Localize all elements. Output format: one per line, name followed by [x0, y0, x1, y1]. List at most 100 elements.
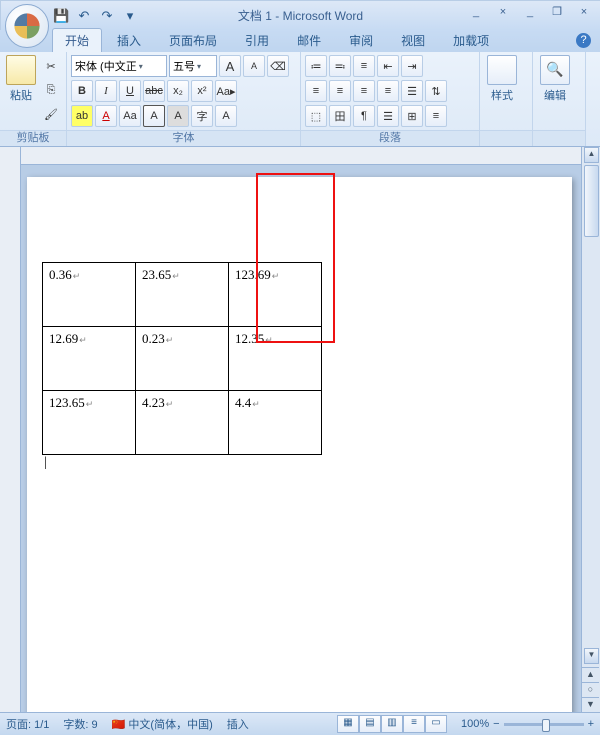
highlight-button[interactable]: ab [71, 105, 93, 127]
grow-font-button[interactable]: A [219, 55, 241, 77]
table-cell[interactable]: 12.35↵ [229, 327, 322, 391]
table-cell[interactable]: 4.4↵ [229, 391, 322, 455]
ribbon-close-button[interactable]: × [491, 4, 515, 22]
view-draft-button[interactable]: ▭ [425, 715, 447, 733]
subscript-button[interactable]: x₂ [167, 80, 189, 102]
status-page[interactable]: 页面: 1/1 [6, 716, 49, 732]
scroll-down-icon[interactable]: ▼ [584, 648, 599, 664]
char-shading-button[interactable]: A [167, 105, 189, 127]
tab-home[interactable]: 开始 [52, 28, 102, 52]
table-row[interactable]: 12.69↵ 0.23↵ 12.35↵ [43, 327, 322, 391]
page-viewport[interactable]: 0.36↵ 23.65↵ 123.69↵ 12.69↵ 0.23↵ 12.35↵… [21, 165, 581, 712]
clear-format-button[interactable]: ⌫ [267, 55, 289, 77]
asian-para-button[interactable]: ☰ [377, 105, 399, 127]
table-cell[interactable]: 12.69↵ [43, 327, 136, 391]
phonetic-button[interactable]: Aa [119, 105, 141, 127]
ruler-vertical[interactable] [0, 147, 21, 712]
shrink-font-button[interactable]: A [243, 55, 265, 77]
tab-layout[interactable]: 页面布局 [156, 28, 230, 52]
status-insert[interactable]: 插入 [227, 716, 249, 732]
multilevel-button[interactable]: ≡ [353, 55, 375, 77]
zoom-slider[interactable] [504, 723, 584, 726]
table-cell[interactable]: 0.23↵ [136, 327, 229, 391]
page-content[interactable]: 0.36↵ 23.65↵ 123.69↵ 12.69↵ 0.23↵ 12.35↵… [27, 177, 572, 471]
copy-button[interactable]: ⎘ [40, 79, 62, 101]
scroll-up-icon[interactable]: ▲ [584, 147, 599, 163]
cut-button[interactable]: ✂ [40, 55, 62, 77]
minimize-button[interactable]: _ [518, 4, 542, 22]
qat-more-icon[interactable]: ▾ [122, 8, 138, 24]
enclose-button[interactable]: 字 [191, 105, 213, 127]
next-page-button[interactable]: ▼ [582, 697, 599, 712]
align-center-button[interactable]: ≡ [329, 80, 351, 102]
paste-button[interactable]: 粘贴 [4, 55, 38, 129]
save-icon[interactable]: 💾 [53, 8, 69, 24]
superscript-button[interactable]: x² [191, 80, 213, 102]
font-size-combo[interactable]: 五号▾ [169, 55, 217, 77]
line-spacing-button[interactable]: ☰ [401, 80, 423, 102]
zoom-out-button[interactable]: − [493, 718, 499, 730]
tab-view[interactable]: 视图 [388, 28, 438, 52]
align-right-button[interactable]: ≡ [353, 80, 375, 102]
table-row[interactable]: 0.36↵ 23.65↵ 123.69↵ [43, 263, 322, 327]
table-cell[interactable]: 4.23↵ [136, 391, 229, 455]
table-cell[interactable]: 123.65↵ [43, 391, 136, 455]
decrease-indent-button[interactable]: ⇤ [377, 55, 399, 77]
editing-button[interactable]: 🔍 编辑 [537, 55, 573, 103]
table-cell[interactable]: 123.69↵ [229, 263, 322, 327]
sort-button[interactable]: ⇅ [425, 80, 447, 102]
styles-button[interactable]: 样式 [484, 55, 520, 103]
help-icon[interactable]: ? [576, 33, 591, 48]
zoom-in-button[interactable]: + [588, 718, 594, 730]
status-words[interactable]: 字数: 9 [63, 716, 97, 732]
tab-insert[interactable]: 插入 [104, 28, 154, 52]
increase-indent-button[interactable]: ⇥ [401, 55, 423, 77]
bold-button[interactable]: B [71, 80, 93, 102]
view-outline-button[interactable]: ≡ [403, 715, 425, 733]
office-button[interactable] [5, 4, 49, 48]
table-cell[interactable]: 0.36↵ [43, 263, 136, 327]
justify-button[interactable]: ≡ [377, 80, 399, 102]
view-read-button[interactable]: ▤ [359, 715, 381, 733]
close-button[interactable]: × [572, 4, 596, 22]
underline-button[interactable]: U [119, 80, 141, 102]
ruler-horizontal[interactable] [21, 147, 581, 165]
font-name-combo[interactable]: 宋体 (中文正▾ [71, 55, 167, 77]
shading-button[interactable]: ⬚ [305, 105, 327, 127]
borders-button[interactable]: 田 [329, 105, 351, 127]
format-painter-button[interactable]: 🖌 [40, 103, 62, 125]
table-cell[interactable]: 23.65↵ [136, 263, 229, 327]
font-color-button[interactable]: A [95, 105, 117, 127]
data-table[interactable]: 0.36↵ 23.65↵ 123.69↵ 12.69↵ 0.23↵ 12.35↵… [42, 262, 322, 455]
tab-mailings[interactable]: 邮件 [284, 28, 334, 52]
tab-review[interactable]: 审阅 [336, 28, 386, 52]
char-border-button[interactable]: A [143, 105, 165, 127]
prev-page-button[interactable]: ▲ [582, 667, 599, 682]
snap-grid-button[interactable]: ⊞ [401, 105, 423, 127]
italic-button[interactable]: I [95, 80, 117, 102]
asian-layout-button[interactable]: A [215, 105, 237, 127]
tab-addins[interactable]: 加载项 [440, 28, 502, 52]
strike-button[interactable]: abc [143, 80, 165, 102]
show-marks-button[interactable]: ¶ [353, 105, 375, 127]
undo-icon[interactable]: ↶ [76, 8, 92, 24]
numbering-button[interactable]: ≕ [329, 55, 351, 77]
redo-icon[interactable]: ↷ [99, 8, 115, 24]
change-case-button[interactable]: Aa▸ [215, 80, 237, 102]
align-left-button[interactable]: ≡ [305, 80, 327, 102]
distribute-button[interactable]: ≡ [425, 105, 447, 127]
maximize-button[interactable]: ❐ [545, 4, 569, 22]
ribbon-minimize-button[interactable]: _ [464, 4, 488, 22]
zoom-level[interactable]: 100% [461, 718, 489, 730]
scrollbar-vertical[interactable]: ▲ ▼ ▲ ○ ▼ [581, 147, 600, 712]
status-language[interactable]: 🇨🇳 中文(简体，中国) [112, 716, 213, 732]
tab-references[interactable]: 引用 [232, 28, 282, 52]
browse-select-button[interactable]: ○ [582, 682, 599, 697]
view-web-button[interactable]: ▥ [381, 715, 403, 733]
page[interactable]: 0.36↵ 23.65↵ 123.69↵ 12.69↵ 0.23↵ 12.35↵… [27, 177, 572, 712]
view-print-button[interactable]: ▦ [337, 715, 359, 733]
scrollbar-thumb[interactable] [584, 165, 599, 237]
bullets-button[interactable]: ≔ [305, 55, 327, 77]
table-row[interactable]: 123.65↵ 4.23↵ 4.4↵ [43, 391, 322, 455]
zoom-thumb[interactable] [542, 719, 550, 732]
